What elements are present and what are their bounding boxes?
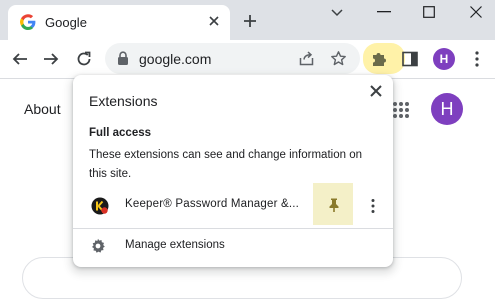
minimize-icon[interactable] [377, 11, 391, 13]
new-tab-plus-icon[interactable] [242, 13, 258, 29]
extension-name: Keeper® Password Manager &... [125, 198, 300, 210]
page-profile-avatar[interactable]: H [431, 93, 463, 125]
extension-item-keeper[interactable]: Keeper® Password Manager &... [73, 183, 393, 225]
about-link[interactable]: About [24, 101, 61, 117]
keeper-icon [91, 197, 109, 215]
window-close-icon[interactable] [470, 6, 482, 18]
extensions-popup: Extensions Full access These extensions … [73, 75, 393, 267]
full-access-description: These extensions can see and change info… [89, 149, 362, 180]
popup-title: Extensions [89, 93, 158, 109]
url-text[interactable]: google.com [139, 51, 211, 67]
lock-icon[interactable] [116, 51, 130, 66]
tab-google[interactable]: Google [8, 5, 230, 40]
share-icon[interactable] [298, 50, 315, 67]
more-options-icon[interactable] [371, 198, 375, 214]
google-favicon-icon [20, 14, 36, 30]
manage-extensions-label: Manage extensions [125, 239, 225, 251]
manage-extensions-button[interactable]: Manage extensions [73, 229, 393, 265]
profile-avatar[interactable]: H [433, 48, 455, 70]
close-tab-icon[interactable] [206, 13, 222, 29]
gear-icon [92, 238, 105, 253]
google-apps-grid-icon[interactable] [392, 101, 410, 119]
address-bar[interactable]: google.com [105, 43, 360, 74]
back-arrow-icon[interactable] [11, 50, 29, 68]
reload-icon[interactable] [75, 50, 93, 68]
forward-arrow-icon[interactable] [42, 50, 60, 68]
tab-search-chevron-icon[interactable] [330, 7, 344, 17]
tab-strip: Google [0, 0, 495, 40]
tab-title: Google [45, 15, 87, 30]
close-icon[interactable] [369, 84, 383, 98]
side-panel-icon[interactable] [402, 51, 418, 67]
browser-toolbar: google.com H [0, 40, 495, 78]
chrome-menu-icon[interactable] [475, 50, 479, 68]
full-access-heading: Full access [89, 127, 152, 139]
maximize-icon[interactable] [423, 6, 435, 18]
extensions-puzzle-icon[interactable] [370, 50, 388, 68]
bookmark-star-icon[interactable] [330, 50, 347, 67]
pin-icon[interactable] [327, 197, 341, 213]
